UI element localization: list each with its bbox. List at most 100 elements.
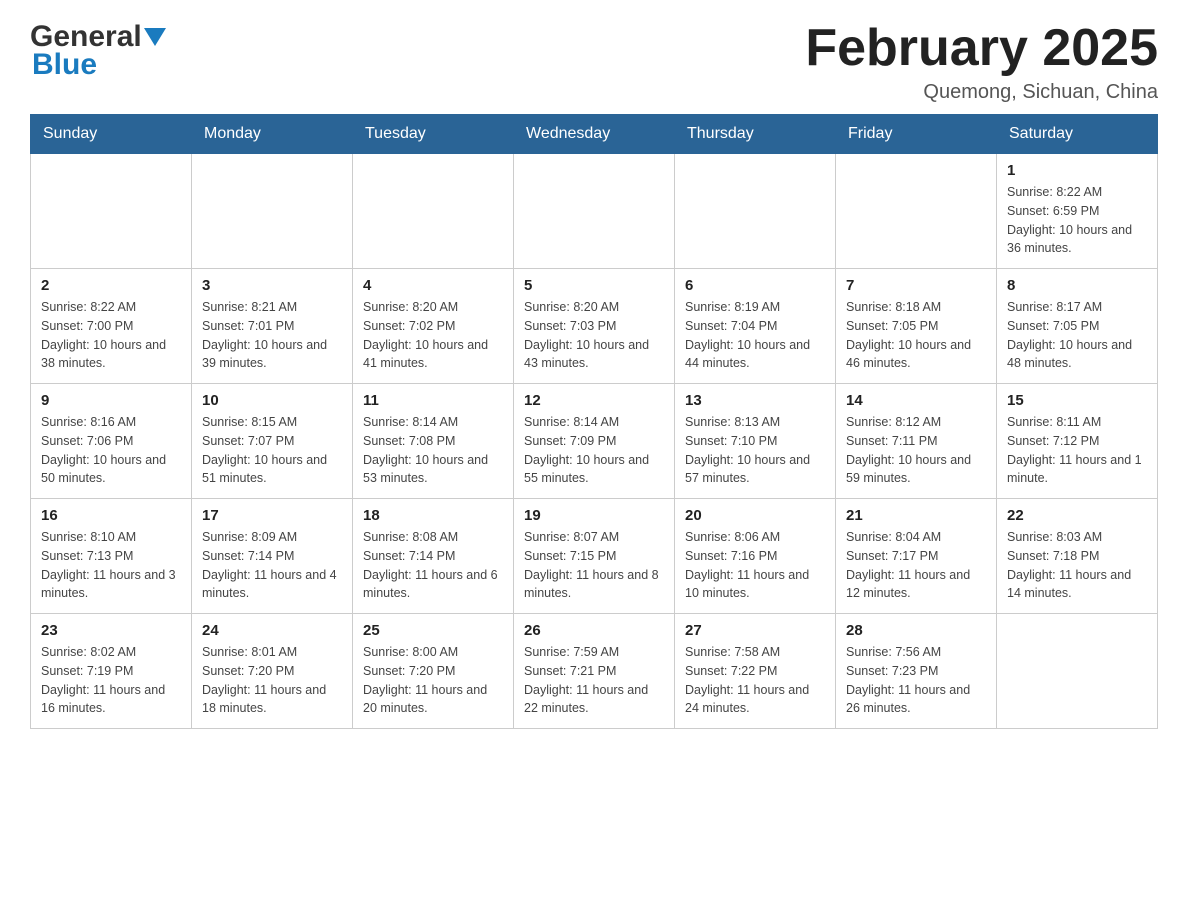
day-info: Sunrise: 8:08 AM Sunset: 7:14 PM Dayligh… xyxy=(363,528,503,603)
day-info: Sunrise: 8:21 AM Sunset: 7:01 PM Dayligh… xyxy=(202,298,342,373)
day-number: 20 xyxy=(685,507,825,524)
table-row: 3 Sunrise: 8:21 AM Sunset: 7:01 PM Daylig… xyxy=(192,269,353,384)
day-info: Sunrise: 8:19 AM Sunset: 7:04 PM Dayligh… xyxy=(685,298,825,373)
day-info: Sunrise: 8:20 AM Sunset: 7:02 PM Dayligh… xyxy=(363,298,503,373)
page-header: General Blue February 2025 Quemong, Sich… xyxy=(30,20,1158,104)
table-row: 17 Sunrise: 8:09 AM Sunset: 7:14 PM Dayli… xyxy=(192,499,353,614)
col-monday: Monday xyxy=(192,115,353,154)
day-number: 16 xyxy=(41,507,181,524)
calendar-week-row: 9 Sunrise: 8:16 AM Sunset: 7:06 PM Daylig… xyxy=(31,384,1158,499)
col-tuesday: Tuesday xyxy=(353,115,514,154)
table-row: 7 Sunrise: 8:18 AM Sunset: 7:05 PM Daylig… xyxy=(836,269,997,384)
table-row: 23Sunrise: 8:02 AM Sunset: 7:19 PM Dayli… xyxy=(31,614,192,729)
table-row: 18 Sunrise: 8:08 AM Sunset: 7:14 PM Dayli… xyxy=(353,499,514,614)
day-info: Sunrise: 8:16 AM Sunset: 7:06 PM Dayligh… xyxy=(41,413,181,488)
day-number: 3 xyxy=(202,277,342,294)
day-info: Sunrise: 8:11 AM Sunset: 7:12 PM Dayligh… xyxy=(1007,413,1147,488)
day-number: 21 xyxy=(846,507,986,524)
table-row: 4 Sunrise: 8:20 AM Sunset: 7:02 PM Daylig… xyxy=(353,269,514,384)
day-info: Sunrise: 8:22 AM Sunset: 6:59 PM Dayligh… xyxy=(1007,183,1147,258)
day-info: Sunrise: 7:59 AM Sunset: 7:21 PM Dayligh… xyxy=(524,643,664,718)
calendar-table: Sunday Monday Tuesday Wednesday Thursday… xyxy=(30,114,1158,729)
day-number: 25 xyxy=(363,622,503,639)
day-number: 2 xyxy=(41,277,181,294)
day-number: 18 xyxy=(363,507,503,524)
day-number: 13 xyxy=(685,392,825,409)
table-row: 8 Sunrise: 8:17 AM Sunset: 7:05 PM Daylig… xyxy=(997,269,1158,384)
table-row: 25 Sunrise: 8:00 AM Sunset: 7:20 PM Dayli… xyxy=(353,614,514,729)
day-number: 19 xyxy=(524,507,664,524)
title-area: February 2025 Quemong, Sichuan, China xyxy=(805,20,1158,104)
day-info: Sunrise: 8:09 AM Sunset: 7:14 PM Dayligh… xyxy=(202,528,342,603)
col-sunday: Sunday xyxy=(31,115,192,154)
table-row: 1 Sunrise: 8:22 AM Sunset: 6:59 PM Daylig… xyxy=(997,154,1158,269)
day-number: 24 xyxy=(202,622,342,639)
col-thursday: Thursday xyxy=(675,115,836,154)
col-wednesday: Wednesday xyxy=(514,115,675,154)
day-number: 28 xyxy=(846,622,986,639)
logo: General Blue xyxy=(30,20,166,82)
day-info: Sunrise: 8:17 AM Sunset: 7:05 PM Dayligh… xyxy=(1007,298,1147,373)
day-number: 6 xyxy=(685,277,825,294)
table-row: 6 Sunrise: 8:19 AM Sunset: 7:04 PM Daylig… xyxy=(675,269,836,384)
day-info: Sunrise: 8:06 AM Sunset: 7:16 PM Dayligh… xyxy=(685,528,825,603)
day-number: 1 xyxy=(1007,162,1147,179)
table-row xyxy=(997,614,1158,729)
table-row: 20 Sunrise: 8:06 AM Sunset: 7:16 PM Dayli… xyxy=(675,499,836,614)
day-number: 8 xyxy=(1007,277,1147,294)
day-info: Sunrise: 8:14 AM Sunset: 7:08 PM Dayligh… xyxy=(363,413,503,488)
table-row: 13 Sunrise: 8:13 AM Sunset: 7:10 PM Dayli… xyxy=(675,384,836,499)
calendar-header-row: Sunday Monday Tuesday Wednesday Thursday… xyxy=(31,115,1158,154)
table-row: 22 Sunrise: 8:03 AM Sunset: 7:18 PM Dayli… xyxy=(997,499,1158,614)
day-info: Sunrise: 8:10 AM Sunset: 7:13 PM Dayligh… xyxy=(41,528,181,603)
location-text: Quemong, Sichuan, China xyxy=(805,81,1158,104)
table-row: 26 Sunrise: 7:59 AM Sunset: 7:21 PM Dayli… xyxy=(514,614,675,729)
table-row: 28 Sunrise: 7:56 AM Sunset: 7:23 PM Dayli… xyxy=(836,614,997,729)
table-row: 5 Sunrise: 8:20 AM Sunset: 7:03 PM Daylig… xyxy=(514,269,675,384)
day-info: Sunrise: 8:01 AM Sunset: 7:20 PM Dayligh… xyxy=(202,643,342,718)
table-row: 16 Sunrise: 8:10 AM Sunset: 7:13 PM Dayli… xyxy=(31,499,192,614)
table-row xyxy=(192,154,353,269)
day-info: Sunrise: 8:20 AM Sunset: 7:03 PM Dayligh… xyxy=(524,298,664,373)
day-info: Sunrise: 8:14 AM Sunset: 7:09 PM Dayligh… xyxy=(524,413,664,488)
table-row: 14 Sunrise: 8:12 AM Sunset: 7:11 PM Dayli… xyxy=(836,384,997,499)
day-number: 27 xyxy=(685,622,825,639)
day-number: 5 xyxy=(524,277,664,294)
day-info: Sunrise: 7:56 AM Sunset: 7:23 PM Dayligh… xyxy=(846,643,986,718)
day-number: 17 xyxy=(202,507,342,524)
table-row: 2Sunrise: 8:22 AM Sunset: 7:00 PM Daylig… xyxy=(31,269,192,384)
day-number: 10 xyxy=(202,392,342,409)
day-info: Sunrise: 8:18 AM Sunset: 7:05 PM Dayligh… xyxy=(846,298,986,373)
table-row: 10 Sunrise: 8:15 AM Sunset: 7:07 PM Dayli… xyxy=(192,384,353,499)
table-row: 27 Sunrise: 7:58 AM Sunset: 7:22 PM Dayli… xyxy=(675,614,836,729)
table-row xyxy=(836,154,997,269)
day-info: Sunrise: 8:07 AM Sunset: 7:15 PM Dayligh… xyxy=(524,528,664,603)
day-info: Sunrise: 8:12 AM Sunset: 7:11 PM Dayligh… xyxy=(846,413,986,488)
day-number: 22 xyxy=(1007,507,1147,524)
table-row: 21Sunrise: 8:04 AM Sunset: 7:17 PM Dayli… xyxy=(836,499,997,614)
table-row xyxy=(514,154,675,269)
day-info: Sunrise: 8:13 AM Sunset: 7:10 PM Dayligh… xyxy=(685,413,825,488)
table-row: 11 Sunrise: 8:14 AM Sunset: 7:08 PM Dayli… xyxy=(353,384,514,499)
table-row: 19 Sunrise: 8:07 AM Sunset: 7:15 PM Dayli… xyxy=(514,499,675,614)
day-number: 11 xyxy=(363,392,503,409)
table-row: 12Sunrise: 8:14 AM Sunset: 7:09 PM Dayli… xyxy=(514,384,675,499)
table-row: 9 Sunrise: 8:16 AM Sunset: 7:06 PM Daylig… xyxy=(31,384,192,499)
table-row xyxy=(353,154,514,269)
day-number: 14 xyxy=(846,392,986,409)
day-number: 4 xyxy=(363,277,503,294)
day-number: 26 xyxy=(524,622,664,639)
day-info: Sunrise: 8:15 AM Sunset: 7:07 PM Dayligh… xyxy=(202,413,342,488)
col-saturday: Saturday xyxy=(997,115,1158,154)
calendar-week-row: 1 Sunrise: 8:22 AM Sunset: 6:59 PM Daylig… xyxy=(31,154,1158,269)
day-number: 9 xyxy=(41,392,181,409)
calendar-week-row: 2Sunrise: 8:22 AM Sunset: 7:00 PM Daylig… xyxy=(31,269,1158,384)
month-title: February 2025 xyxy=(805,20,1158,77)
day-info: Sunrise: 7:58 AM Sunset: 7:22 PM Dayligh… xyxy=(685,643,825,718)
day-info: Sunrise: 8:03 AM Sunset: 7:18 PM Dayligh… xyxy=(1007,528,1147,603)
table-row: 15Sunrise: 8:11 AM Sunset: 7:12 PM Dayli… xyxy=(997,384,1158,499)
logo-blue-text: Blue xyxy=(30,48,166,82)
calendar-week-row: 16 Sunrise: 8:10 AM Sunset: 7:13 PM Dayli… xyxy=(31,499,1158,614)
day-number: 7 xyxy=(846,277,986,294)
day-info: Sunrise: 8:00 AM Sunset: 7:20 PM Dayligh… xyxy=(363,643,503,718)
